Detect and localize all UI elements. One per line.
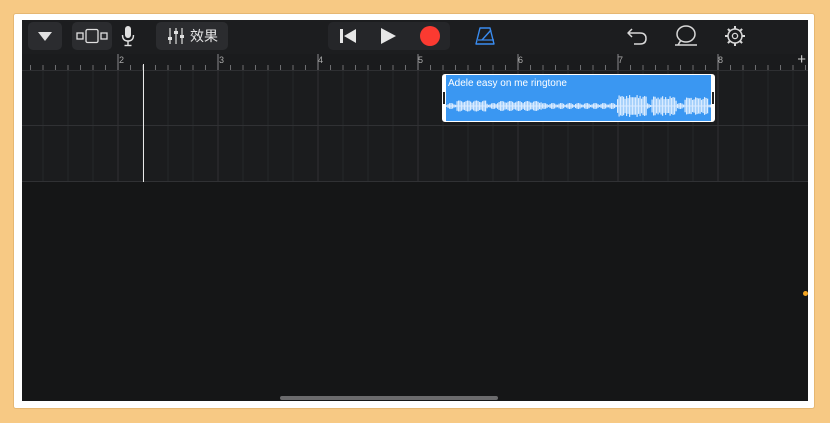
undo-icon [627, 28, 647, 45]
region-title: Adele easy on me ringtone [448, 78, 567, 89]
audio-region[interactable]: Adele easy on me ringtone [442, 74, 715, 122]
dropdown-icon [38, 32, 52, 41]
bar-number: 8 [718, 55, 724, 65]
play-icon [381, 28, 396, 44]
play-button[interactable] [370, 22, 406, 50]
effects-button[interactable]: 效果 [156, 22, 228, 50]
playhead-line [143, 64, 144, 182]
bar-number: 7 [618, 55, 624, 65]
bar-number: 3 [219, 55, 225, 65]
settings-button[interactable] [722, 22, 748, 50]
bar-number: 2 [119, 55, 125, 65]
microphone-button[interactable] [116, 22, 140, 50]
track-view-icon [76, 28, 108, 44]
region-left-handle[interactable] [443, 92, 445, 104]
transport-controls [328, 22, 450, 50]
toolbar: 效果 [22, 20, 808, 54]
effects-label: 效果 [190, 28, 218, 44]
rewind-icon [340, 29, 356, 43]
region-right-handle[interactable] [712, 92, 714, 104]
browser-dropdown-button[interactable] [28, 22, 62, 50]
metronome-icon [475, 27, 495, 45]
track-lane-2[interactable] [22, 126, 808, 182]
track-grid [42, 126, 794, 181]
waveform [446, 95, 711, 117]
record-button[interactable] [412, 22, 448, 50]
bar-number: 6 [518, 55, 524, 65]
mixer-icon [168, 28, 184, 44]
add-section-button[interactable]: + [797, 51, 806, 68]
metronome-button[interactable] [472, 22, 498, 50]
rewind-button[interactable] [330, 22, 366, 50]
microphone-icon [121, 26, 135, 47]
horizontal-scrollbar[interactable] [280, 396, 498, 400]
garageband-screen: 效果 2 3 4 5 6 7 8 + Adele easy on me ring… [22, 20, 808, 401]
undo-button[interactable] [624, 22, 650, 50]
loop-icon [675, 25, 697, 46]
track-view-button[interactable] [72, 22, 112, 50]
timeline-ruler[interactable]: 2 3 4 5 6 7 8 + [22, 51, 808, 71]
bar-number: 4 [318, 55, 324, 65]
status-dot [803, 291, 808, 296]
loop-browser-button[interactable] [672, 22, 700, 50]
bar-number: 5 [418, 55, 424, 65]
ruler-ticks [30, 54, 806, 70]
record-icon [420, 26, 440, 46]
settings-icon [725, 26, 745, 46]
